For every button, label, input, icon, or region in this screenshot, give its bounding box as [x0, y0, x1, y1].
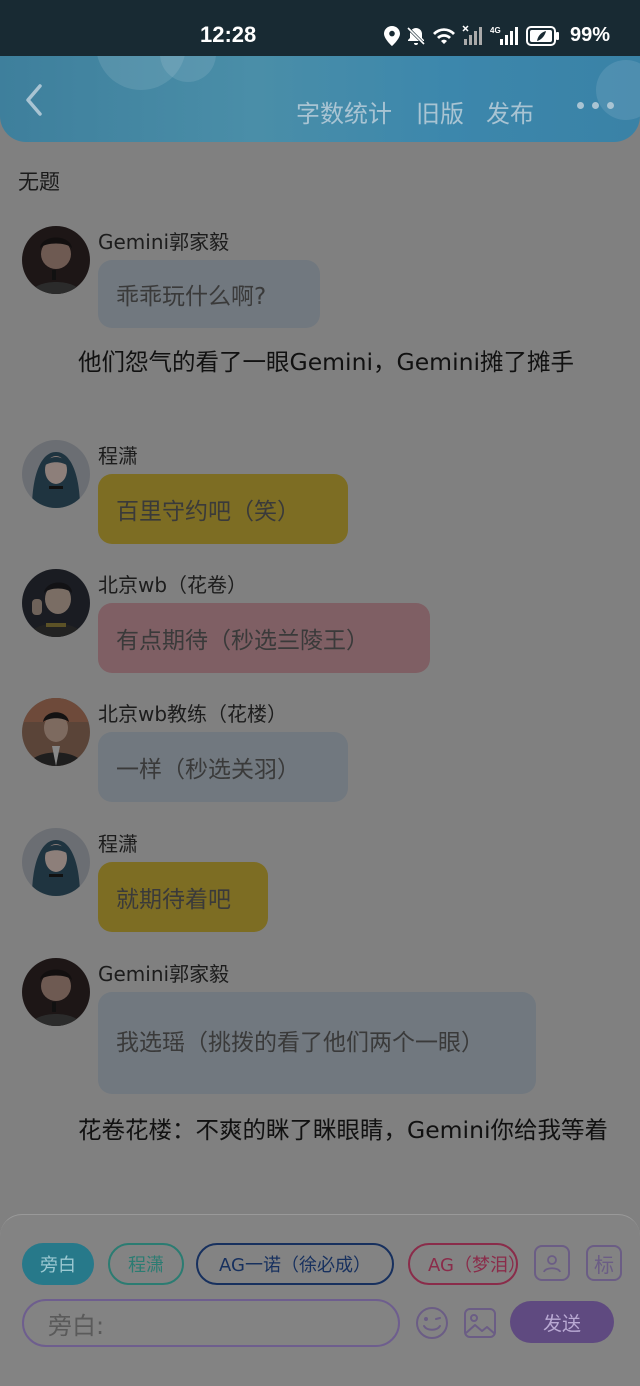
old-version-button[interactable]: 旧版	[416, 94, 464, 129]
avatar-chengxiao[interactable]	[22, 828, 90, 896]
avatar-gemini[interactable]	[22, 958, 90, 1026]
wifi-icon	[432, 27, 455, 44]
more-dot	[577, 102, 584, 109]
more-dot	[592, 102, 599, 109]
app-header: 字数统计 旧版 发布	[0, 56, 640, 142]
status-time: 12:28	[200, 22, 257, 47]
message-bubble[interactable]: 就期待着吧	[98, 862, 268, 932]
send-button[interactable]: 发送	[510, 1301, 614, 1343]
sender-name: 北京wb教练（花楼）	[98, 702, 288, 726]
message-bubble[interactable]: 百里守约吧（笑）	[98, 474, 348, 544]
avatar-hualou[interactable]	[22, 698, 90, 766]
decor-bubble	[596, 60, 640, 120]
status-icons: 4G 99%	[383, 24, 610, 47]
narration-text[interactable]: 他们怨气的看了一眼Gemini，Gemini摊了摊手	[26, 346, 616, 379]
more-dot	[607, 102, 614, 109]
role-chip-ag-yinuo[interactable]: AG一诺（徐必成）	[196, 1243, 394, 1285]
input-placeholder: 旁白:	[48, 1311, 105, 1340]
smiley-icon	[416, 1307, 448, 1339]
publish-button[interactable]: 发布	[486, 94, 534, 129]
composer-panel: 旁白 程潇 AG一诺（徐必成） AG（梦泪） 标 旁白: 发送	[0, 1214, 640, 1386]
battery-percent: 99%	[569, 24, 610, 46]
avatar-chengxiao[interactable]	[22, 440, 90, 508]
word-count-button[interactable]: 字数统计	[296, 94, 392, 129]
mark-label: 标	[594, 1252, 614, 1277]
signal-x-icon	[462, 24, 482, 45]
battery-icon	[525, 25, 559, 46]
role-chip-narration[interactable]: 旁白	[22, 1243, 94, 1285]
narration-text[interactable]: 花卷花楼：不爽的眯了眯眼睛，Gemini你给我等着	[26, 1114, 616, 1147]
back-button[interactable]	[20, 82, 50, 118]
signal-4g-icon: 4G	[490, 26, 518, 45]
mark-button[interactable]: 标	[586, 1245, 622, 1281]
sender-name: Gemini郭家毅	[98, 230, 230, 254]
role-manage-button[interactable]	[534, 1245, 570, 1281]
image-icon	[464, 1308, 496, 1338]
sender-name: 程潇	[98, 832, 138, 856]
location-icon	[383, 25, 400, 46]
sender-name: 程潇	[98, 444, 138, 468]
sender-name: Gemini郭家毅	[98, 962, 230, 986]
message-bubble[interactable]: 乖乖玩什么啊?	[98, 260, 320, 328]
status-bar: 12:28 4G 99%	[0, 0, 640, 62]
sender-name: 北京wb（花卷）	[98, 573, 248, 597]
message-bubble[interactable]: 一样（秒选关羽）	[98, 732, 348, 802]
image-button[interactable]	[462, 1305, 498, 1341]
emoji-button[interactable]	[414, 1305, 450, 1341]
mute-bell-icon	[406, 26, 426, 45]
message-bubble[interactable]: 我选瑶（挑拨的看了他们两个一眼）	[98, 992, 536, 1094]
role-chip-ag-mengle[interactable]: AG（梦泪）	[408, 1243, 518, 1285]
person-icon	[543, 1255, 561, 1273]
story-title: 无题	[18, 170, 60, 194]
message-bubble[interactable]: 有点期待（秒选兰陵王）	[98, 603, 430, 673]
message-input[interactable]: 旁白:	[22, 1299, 400, 1347]
avatar-gemini[interactable]	[22, 226, 90, 294]
role-chip-chengxiao[interactable]: 程潇	[108, 1243, 184, 1285]
avatar-huajuan[interactable]	[22, 569, 90, 637]
more-options-button[interactable]	[577, 102, 614, 109]
chevron-left-icon	[26, 84, 42, 116]
svg-text:4G: 4G	[490, 26, 501, 35]
